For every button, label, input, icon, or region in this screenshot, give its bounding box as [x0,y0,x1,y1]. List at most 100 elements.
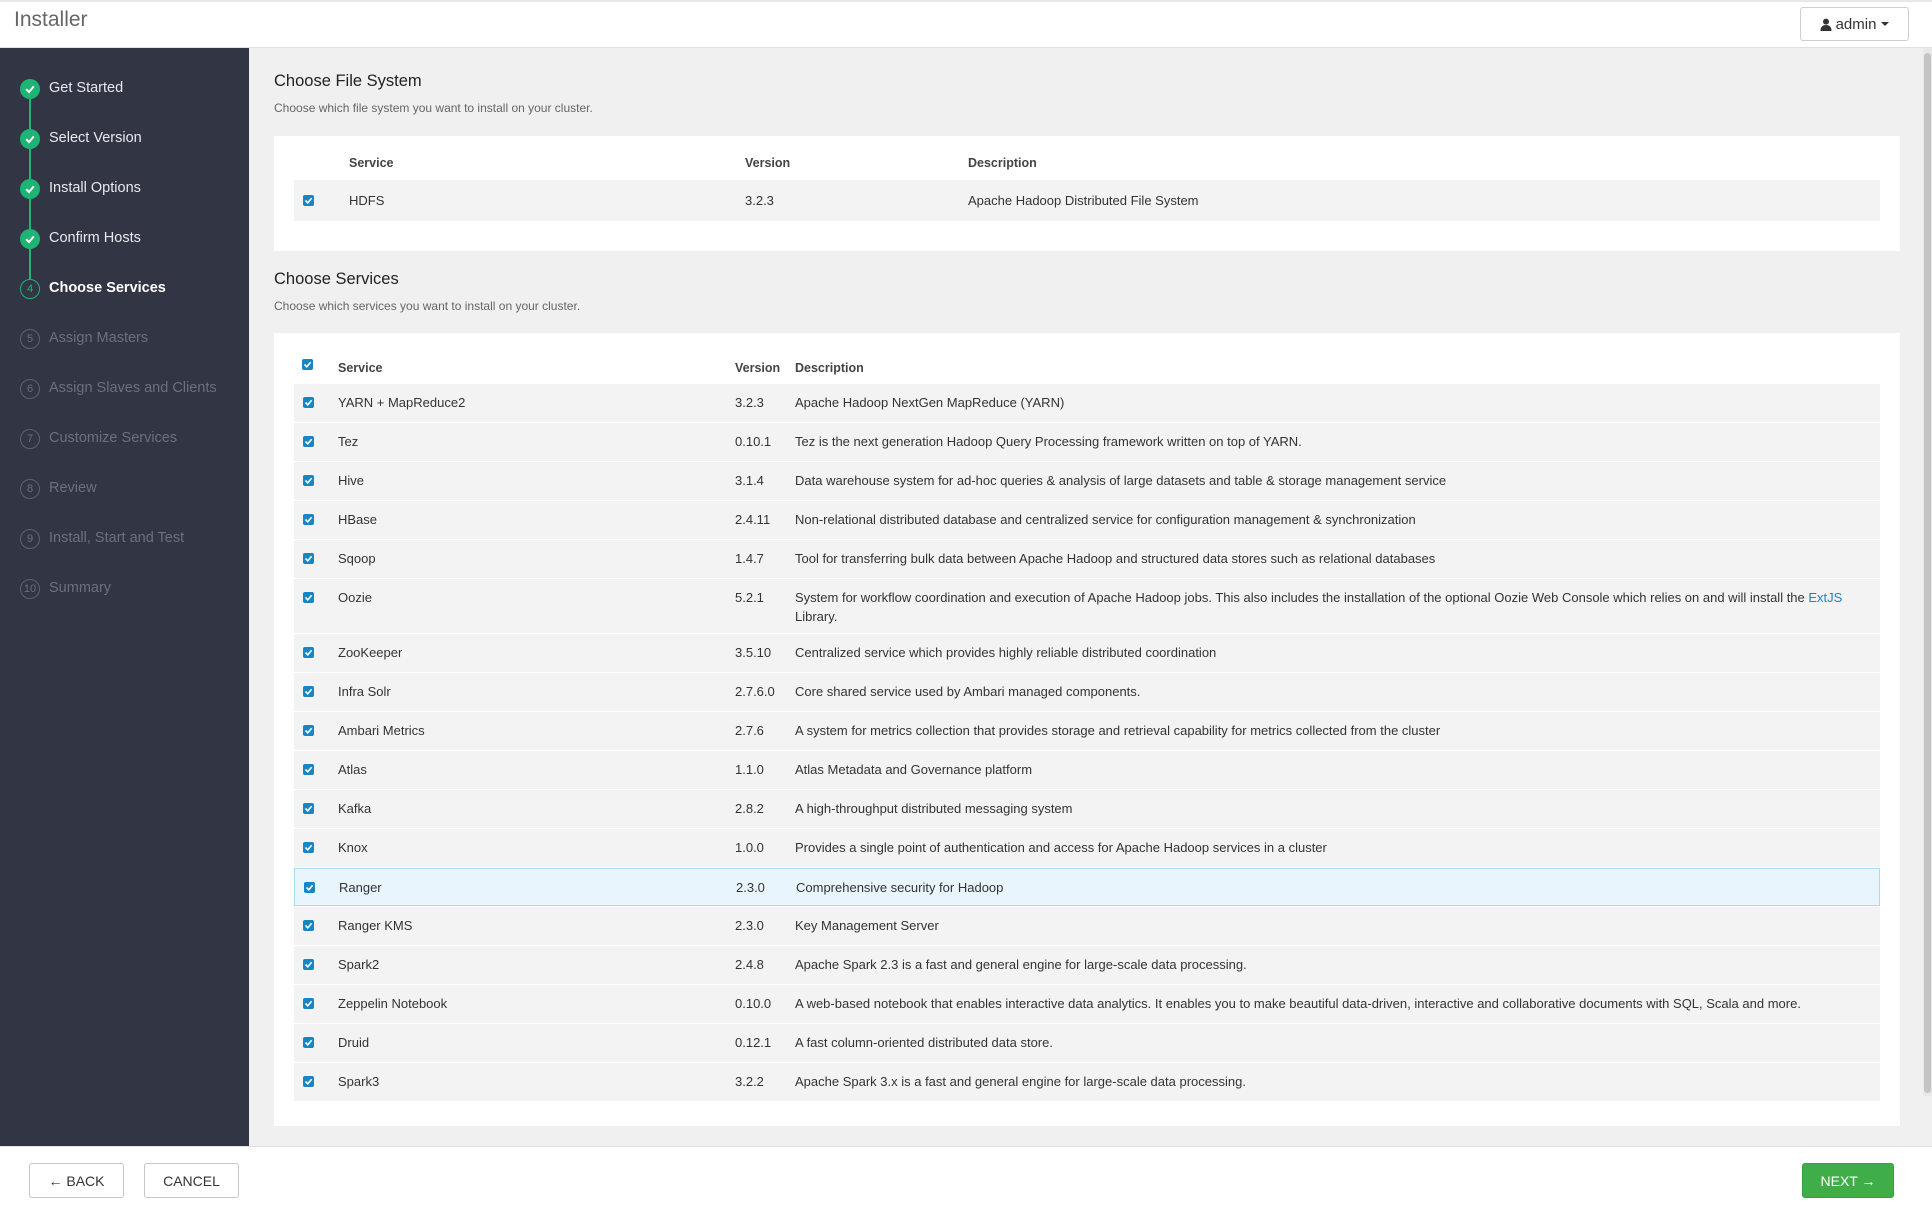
scrollbar[interactable] [1923,48,1932,1096]
service-description: Provides a single point of authenticatio… [795,838,1865,857]
service-row[interactable]: Ranger KMS 2.3.0 Key Management Server [294,907,1880,945]
service-row[interactable]: Sqoop 1.4.7 Tool for transferring bulk dat… [294,540,1880,578]
checkmark-icon [304,688,313,695]
service-version: 1.1.0 [735,762,764,777]
service-row[interactable]: ZooKeeper 3.5.10 Centralized service which… [294,634,1880,672]
check-circle-icon [20,129,40,149]
next-button[interactable]: NEXT → [1802,1163,1894,1198]
service-description-text: System for workflow coordination and exe… [795,590,1805,605]
service-description-text: Tool for transferring bulk data between … [795,551,1436,566]
sidebar-step-install-options[interactable]: Install Options [0,172,249,206]
fs-hdfs-checkbox[interactable] [303,195,314,206]
service-description-text: A web-based notebook that enables intera… [795,996,1801,1011]
service-description: A high-throughput distributed messaging … [795,799,1865,818]
service-checkbox[interactable] [303,920,314,931]
service-checkbox[interactable] [303,1037,314,1048]
service-description-text: Key Management Server [795,918,939,933]
checkmark-icon [304,594,313,601]
checkmark-icon [304,399,313,406]
service-checkbox[interactable] [303,764,314,775]
sidebar-step-label: Install Options [49,180,141,196]
service-description: Apache Spark 2.3 is a fast and general e… [795,955,1865,974]
sidebar-step-get-started[interactable]: Get Started [0,72,249,106]
service-row[interactable]: Kafka 2.8.2 A high-throughput distributed … [294,790,1880,828]
sidebar-step-label: Review [49,480,97,496]
sidebar-step-customize-services: 7 Customize Services [0,422,249,456]
sidebar-step-label: Select Version [49,130,142,146]
sidebar-step-install-start-and-test: 9 Install, Start and Test [0,522,249,556]
service-description: Comprehensive security for Hadoop [796,878,1866,897]
checkmark-icon [304,844,313,851]
fs-row-hdfs: HDFS 3.2.3 Apache Hadoop Distributed Fil… [294,180,1880,221]
service-checkbox[interactable] [303,514,314,525]
service-row[interactable]: Druid 0.12.1 A fast column-oriented distri… [294,1024,1880,1062]
fs-service-description: Apache Hadoop Distributed File System [968,193,1199,208]
service-row[interactable]: Spark2 2.4.8 Apache Spark 2.3 is a fast an… [294,946,1880,984]
service-description-text: Core shared service used by Ambari manag… [795,684,1141,699]
service-row[interactable]: Spark3 3.2.2 Apache Spark 3.x is a fast an… [294,1063,1880,1101]
service-checkbox[interactable] [303,553,314,564]
service-description-text: Comprehensive security for Hadoop [796,880,1004,895]
service-row[interactable]: Tez 0.10.1 Tez is the next generation Hado… [294,423,1880,461]
service-checkbox[interactable] [303,998,314,1009]
service-row[interactable]: Knox 1.0.0 Provides a single point of auth… [294,829,1880,867]
service-row[interactable]: Ambari Metrics 2.7.6 A system for metrics … [294,712,1880,750]
service-checkbox[interactable] [304,882,315,893]
step-number: 10 [23,583,37,595]
service-checkbox[interactable] [303,725,314,736]
sidebar-step-choose-services[interactable]: 4 Choose Services [0,272,249,306]
scrollbar-thumb[interactable] [1924,53,1931,1093]
cancel-button[interactable]: CANCEL [144,1163,239,1198]
service-checkbox[interactable] [303,436,314,447]
service-row[interactable]: Ranger 2.3.0 Comprehensive security for Ha… [294,868,1880,906]
service-description: Non-relational distributed database and … [795,510,1865,529]
service-version: 1.4.7 [735,551,764,566]
check-circle-icon [20,79,40,99]
service-description-text: Atlas Metadata and Governance platform [795,762,1033,777]
service-checkbox[interactable] [303,686,314,697]
service-description-text: Non-relational distributed database and … [795,512,1416,527]
sidebar-step-label: Get Started [49,80,124,96]
service-row[interactable]: YARN + MapReduce2 3.2.3 Apache Hadoop Next… [294,384,1880,422]
service-checkbox[interactable] [303,647,314,658]
service-checkbox[interactable] [303,1076,314,1087]
filesystem-title: Choose File System [274,72,422,90]
service-name: Knox [338,840,368,855]
sidebar-step-label: Summary [49,580,112,596]
service-row[interactable]: Oozie 5.2.1 System for workflow coordinati… [294,579,1880,633]
service-description: Data warehouse system for ad-hoc queries… [795,471,1865,490]
service-version: 2.4.11 [735,512,771,527]
service-checkbox[interactable] [303,592,314,603]
service-name: Zeppelin Notebook [338,996,448,1011]
service-checkbox[interactable] [303,803,314,814]
service-checkbox[interactable] [303,397,314,408]
service-description-text: A fast column-oriented distributed data … [795,1035,1053,1050]
service-row[interactable]: Atlas 1.1.0 Atlas Metadata and Governance … [294,751,1880,789]
sidebar-step-label: Assign Masters [49,330,149,346]
service-row[interactable]: HBase 2.4.11 Non-relational distributed da… [294,501,1880,539]
service-name: Ambari Metrics [338,723,425,738]
checkmark-icon [304,516,313,523]
service-name: Sqoop [338,551,376,566]
back-button[interactable]: ← BACK [29,1163,124,1198]
step-number: 7 [26,433,34,445]
sidebar-step-confirm-hosts[interactable]: Confirm Hosts [0,222,249,256]
service-row[interactable]: Zeppelin Notebook 0.10.0 A web-based noteb… [294,985,1880,1023]
service-checkbox[interactable] [303,959,314,970]
service-description-text: A system for metrics collection that pro… [795,723,1441,738]
service-version: 3.1.4 [735,473,764,488]
service-row[interactable]: Hive 3.1.4 Data warehouse system for ad-ho… [294,462,1880,500]
select-all-checkbox[interactable] [302,359,313,370]
step-number-icon: 8 [20,479,40,499]
service-name: ZooKeeper [338,645,403,660]
service-version: 2.4.8 [735,957,764,972]
service-checkbox[interactable] [303,842,314,853]
service-checkbox[interactable] [303,475,314,486]
user-menu-button[interactable]: admin [1800,7,1909,41]
extjs-link[interactable]: ExtJS [1808,590,1842,605]
sidebar-step-select-version[interactable]: Select Version [0,122,249,156]
service-row[interactable]: Infra Solr 2.7.6.0 Core shared service use… [294,673,1880,711]
checkmark-icon [304,1000,313,1007]
service-name: Spark3 [338,1074,380,1089]
checkmark-icon [305,884,314,891]
